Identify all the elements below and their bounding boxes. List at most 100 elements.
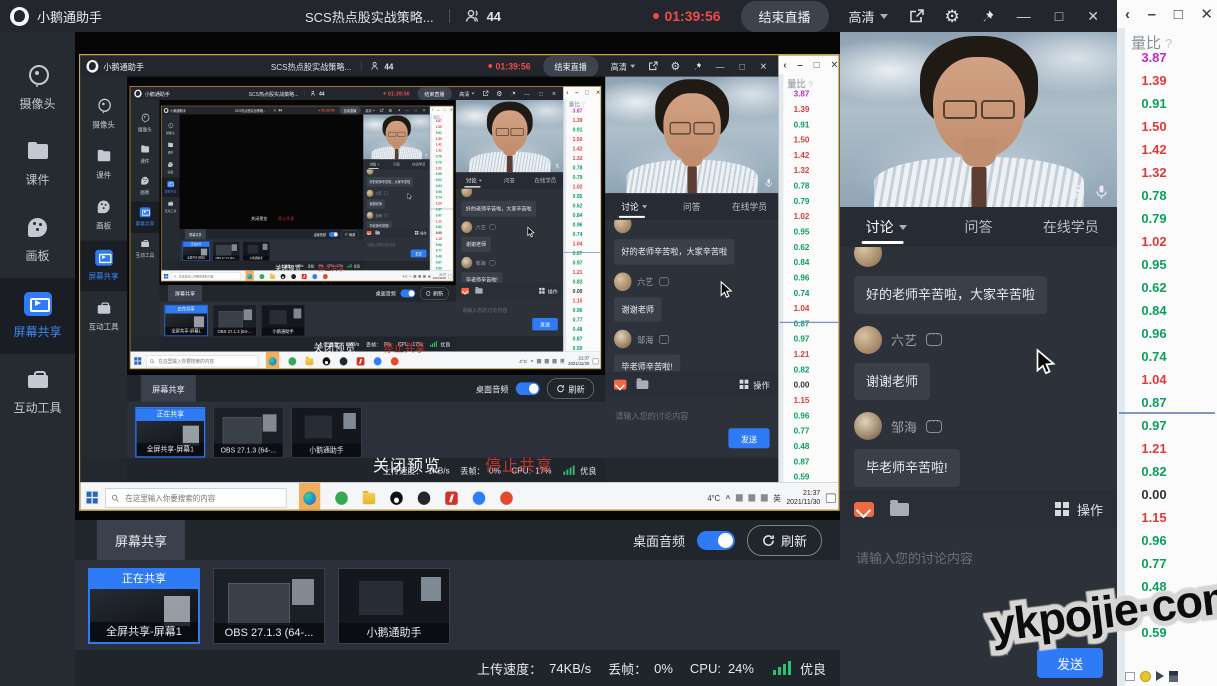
sidebar-item-interactive-tools[interactable]: 互动工具	[0, 354, 75, 430]
end-live-button[interactable]: 结束直播	[417, 87, 452, 100]
dark-app-icon[interactable]	[339, 357, 348, 366]
tab-online-students[interactable]: 在线学员	[721, 193, 779, 220]
chat-input[interactable]	[605, 401, 779, 430]
taskbar-clock[interactable]: 21:37 2021/11/30	[786, 489, 820, 507]
red-app-icon[interactable]	[445, 491, 458, 505]
orange-app-icon[interactable]	[500, 491, 513, 505]
chat-input[interactable]	[455, 301, 564, 319]
tray-icon[interactable]	[418, 275, 421, 278]
share-icon[interactable]	[482, 90, 489, 97]
tab-discussion[interactable]: 讨论	[456, 172, 492, 189]
green-app-icon[interactable]	[335, 491, 348, 505]
chart-icon[interactable]	[1169, 670, 1178, 682]
folder-icon[interactable]	[636, 378, 649, 389]
refresh-button[interactable]: 刷新	[340, 230, 359, 239]
notification-icon[interactable]	[448, 274, 452, 279]
close-preview-button[interactable]: 关闭预览	[251, 215, 267, 221]
qq-icon[interactable]	[390, 491, 403, 505]
blue-app-icon[interactable]	[472, 491, 486, 505]
sidebar-item-interactive-tools[interactable]: 互动工具	[80, 291, 127, 342]
end-live-button[interactable]: 结束直播	[740, 0, 829, 32]
share-section-tab[interactable]: 屏幕共享	[184, 229, 206, 240]
minimize-button[interactable]: —	[524, 90, 531, 97]
share-icon[interactable]	[908, 8, 925, 25]
tray-icon[interactable]	[536, 358, 542, 364]
tab-discussion[interactable]: 讨论	[840, 207, 932, 247]
taskbar-search[interactable]	[105, 488, 287, 508]
share-section-tab[interactable]: 屏幕共享	[167, 284, 203, 302]
refresh-button[interactable]: 刷新	[746, 524, 822, 556]
refresh-button[interactable]: 刷新	[547, 378, 594, 399]
stop-share-button[interactable]: 停止共享	[383, 339, 426, 355]
sidebar-item-camera[interactable]: 摄像头	[80, 89, 127, 140]
sidebar-item-camera[interactable]: 摄像头	[130, 107, 159, 138]
send-button[interactable]: 发送	[728, 428, 770, 449]
send-button[interactable]: 发送	[1037, 648, 1103, 678]
settings-gear-icon[interactable]: ⚙	[945, 8, 960, 25]
actions-button[interactable]: 操作	[539, 287, 558, 295]
mic-status-icon[interactable]	[1096, 185, 1107, 199]
send-button[interactable]: 发送	[532, 318, 558, 331]
pin-icon[interactable]	[693, 61, 702, 71]
file-explorer-icon[interactable]	[362, 490, 376, 505]
share-thumbnail-obs[interactable]: OBS 27.1.3 (64-...	[213, 568, 325, 644]
notification-icon[interactable]	[592, 358, 599, 365]
blue-app-icon[interactable]	[373, 357, 382, 366]
desktop-audio-toggle[interactable]	[515, 382, 540, 395]
pin-icon[interactable]	[510, 90, 516, 96]
dark-app-icon[interactable]	[417, 491, 431, 505]
sidebar-item-interactive-tools[interactable]: 互动工具	[130, 233, 159, 264]
edge-browser-icon[interactable]	[299, 482, 321, 510]
tray-expand-icon[interactable]: ^	[531, 358, 534, 364]
sidebar-item-screen-share[interactable]: 屏幕共享	[0, 278, 75, 354]
minimize-button[interactable]: —	[1015, 8, 1033, 24]
tray-icon[interactable]	[544, 358, 549, 364]
share-thumbnail-fullscreen[interactable]: 正在共享 全屏共享-屏幕1	[135, 406, 206, 458]
quality-selector[interactable]: 高清	[365, 108, 375, 113]
actions-button[interactable]: 操作	[414, 230, 426, 235]
close-preview-button[interactable]: 关闭预览	[373, 452, 441, 476]
sidebar-item-screen-share[interactable]: 屏幕共享	[161, 177, 180, 197]
share-thumbnail-fullscreen[interactable]: 正在共享 全屏共享-屏幕1	[182, 241, 210, 261]
orange-app-icon[interactable]	[322, 273, 328, 279]
red-app-icon[interactable]	[356, 357, 365, 366]
sidebar-item-camera[interactable]: 摄像头	[0, 50, 75, 126]
chat-input[interactable]	[363, 239, 430, 251]
minimize-button[interactable]: —	[405, 108, 409, 112]
taskbar-search[interactable]	[171, 272, 241, 281]
tray-expand-icon[interactable]: ^	[726, 493, 730, 502]
tab-online-students[interactable]: 在线学员	[527, 172, 563, 189]
tab-qa[interactable]: 问答	[663, 193, 721, 220]
input-language[interactable]: 英	[560, 358, 565, 365]
tray-icon[interactable]	[748, 494, 756, 502]
close-button[interactable]: ✕	[1085, 8, 1101, 25]
tray-icon[interactable]	[423, 275, 426, 278]
file-explorer-icon[interactable]	[305, 356, 314, 366]
taskbar-search-input[interactable]	[178, 274, 239, 279]
settings-gear-icon[interactable]: ⚙	[388, 108, 392, 112]
edge-browser-icon[interactable]	[266, 351, 280, 369]
taskbar-search-input[interactable]	[124, 492, 281, 504]
send-button[interactable]: 发送	[410, 249, 427, 258]
maximize-button[interactable]: □	[738, 61, 746, 72]
sidebar-item-whiteboard[interactable]: 画板	[130, 170, 159, 201]
orange-app-icon[interactable]	[390, 357, 399, 366]
tray-icon[interactable]	[552, 358, 557, 364]
pin-icon[interactable]	[980, 9, 995, 24]
close-button[interactable]: ✕	[422, 108, 426, 112]
windows-start-button[interactable]	[86, 491, 98, 504]
stop-share-button[interactable]: 停止共享	[278, 215, 294, 221]
green-app-icon[interactable]	[288, 357, 297, 366]
folder-icon[interactable]	[375, 230, 380, 235]
share-thumbnail-obs[interactable]: OBS 27.1.3 (64-...	[212, 304, 257, 337]
back-icon[interactable]: ‹	[1125, 7, 1130, 22]
tab-discussion[interactable]: 讨论	[363, 159, 385, 169]
qq-icon[interactable]	[322, 357, 331, 366]
sidebar-item-courseware[interactable]: 课件	[0, 126, 75, 202]
sidebar-item-interactive-tools[interactable]: 互动工具	[161, 197, 179, 216]
taskbar-search[interactable]	[145, 355, 259, 368]
share-icon[interactable]	[380, 108, 384, 112]
tab-discussion[interactable]: 讨论	[605, 193, 663, 220]
share-thumbnail-obs[interactable]: OBS 27.1.3 (64-...	[213, 406, 284, 458]
close-button[interactable]: ✕	[551, 90, 557, 97]
